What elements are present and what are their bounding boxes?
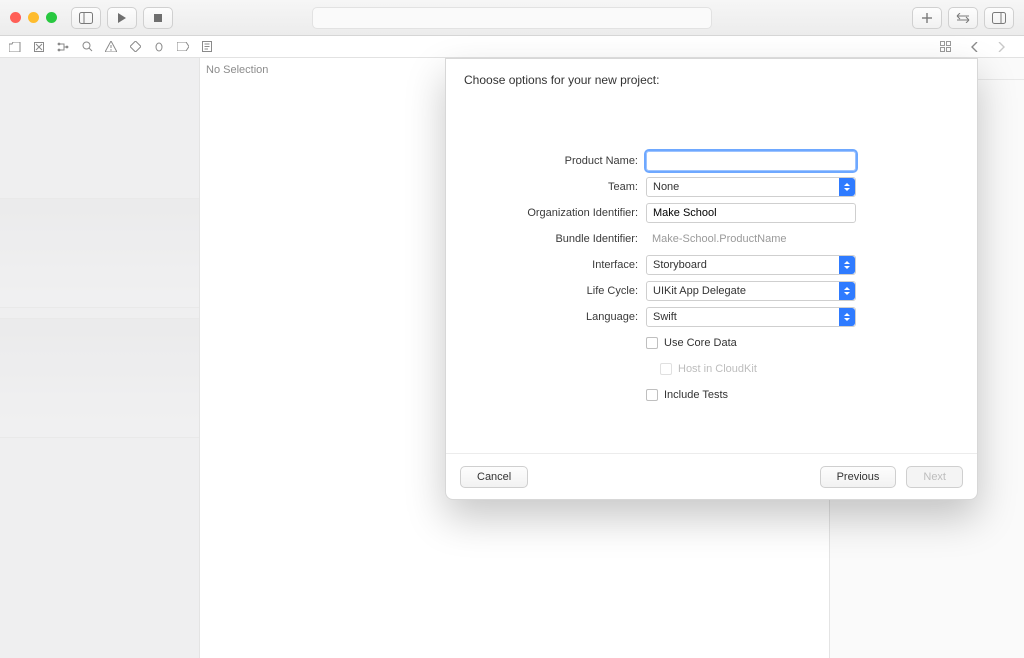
project-navigator-icon[interactable] [8,40,22,54]
library-button[interactable] [948,7,978,29]
interface-popup[interactable]: Storyboard [646,255,856,275]
popup-arrows-icon [839,282,855,300]
close-window-button[interactable] [10,12,21,23]
popup-arrows-icon [839,256,855,274]
product-name-field[interactable] [646,151,856,171]
popup-arrows-icon [839,308,855,326]
org-id-label: Organization Identifier: [464,207,646,219]
traffic-lights [10,12,57,23]
use-core-data-checkbox[interactable]: Use Core Data [646,337,856,349]
bundle-id-value: Make-School.ProductName [646,229,856,249]
language-popup[interactable]: Swift [646,307,856,327]
breakpoint-navigator-icon[interactable] [176,40,190,54]
life-cycle-popup[interactable]: UIKit App Delegate [646,281,856,301]
toggle-navigator-button[interactable] [71,7,101,29]
navigator-tab-bar [0,36,1024,58]
report-navigator-icon[interactable] [200,40,214,54]
issue-navigator-icon[interactable] [104,40,118,54]
next-button: Next [906,466,963,488]
interface-label: Interface: [464,259,646,271]
find-navigator-icon[interactable] [80,40,94,54]
new-project-options-sheet: Choose options for your new project: Pro… [445,58,978,500]
toggle-inspector-button[interactable] [984,7,1014,29]
life-cycle-label: Life Cycle: [464,285,646,297]
navigator-panel [0,58,200,658]
product-name-label: Product Name: [464,155,646,167]
add-button[interactable] [912,7,942,29]
host-cloudkit-checkbox: Host in CloudKit [646,363,856,375]
main-area: No Selection Choose options for your new… [0,58,1024,658]
org-id-field[interactable] [646,203,856,223]
include-tests-checkbox[interactable]: Include Tests [646,389,856,401]
activity-viewer [312,7,712,29]
run-button[interactable] [107,7,137,29]
zoom-window-button[interactable] [46,12,57,23]
sheet-title: Choose options for your new project: [464,73,959,87]
team-label: Team: [464,181,646,193]
sheet-footer: Cancel Previous Next [446,453,977,499]
debug-navigator-icon[interactable] [152,40,166,54]
bundle-id-label: Bundle Identifier: [464,233,646,245]
cancel-button[interactable]: Cancel [460,466,528,488]
window-titlebar [0,0,1024,36]
previous-button[interactable]: Previous [820,466,897,488]
back-button[interactable] [940,40,954,54]
test-navigator-icon[interactable] [128,40,142,54]
chevron-right-icon[interactable] [994,40,1008,54]
chevron-left-icon[interactable] [968,40,982,54]
team-popup[interactable]: None [646,177,856,197]
stop-button[interactable] [143,7,173,29]
popup-arrows-icon [839,178,855,196]
symbol-navigator-icon[interactable] [56,40,70,54]
source-control-icon[interactable] [32,40,46,54]
editor-area: No Selection Choose options for your new… [200,58,829,658]
language-label: Language: [464,311,646,323]
minimize-window-button[interactable] [28,12,39,23]
